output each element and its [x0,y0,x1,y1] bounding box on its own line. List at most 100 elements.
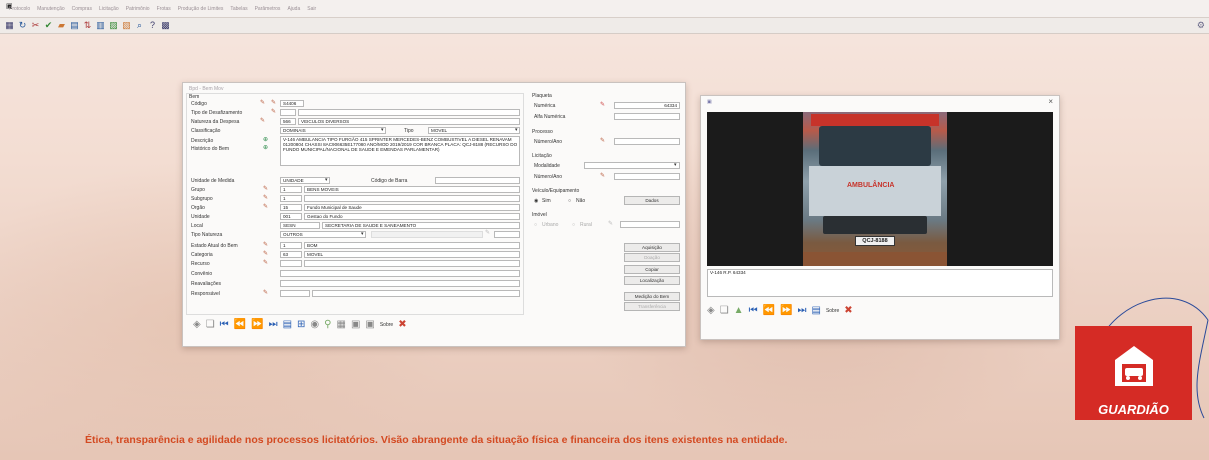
check-icon[interactable]: ✔ [43,20,54,31]
recurso-field[interactable] [304,260,520,267]
pencil-icon[interactable]: ✎ [271,99,276,106]
recurso-code-field[interactable] [280,260,302,267]
print-icon[interactable]: ▣ [351,319,360,330]
menu-item[interactable]: Ajuda [287,6,300,12]
grupo-field[interactable]: BENS MOVEIS [304,186,520,193]
previous-record-icon[interactable]: ⏪ [763,305,775,316]
first-record-icon[interactable]: ⏮ [749,305,758,316]
pencil-icon[interactable]: ✎ [263,203,268,210]
menu-item[interactable]: Frotas [157,6,171,12]
menu-item[interactable]: Licitação [99,6,119,12]
chevron-down-icon[interactable]: ▾ [515,127,518,133]
pencil-icon[interactable]: ✎ [600,137,605,144]
chevron-down-icon[interactable]: ▾ [381,127,384,133]
tipo-desfaz-code-field[interactable] [280,109,296,116]
pencil-icon[interactable]: ✎ [260,99,265,106]
last-record-icon[interactable]: ⏭ [797,305,806,316]
categoria-code-field[interactable]: 63 [280,251,302,258]
insert-icon[interactable]: ◈ [193,319,201,330]
subgrupo-code-field[interactable]: 1 [280,195,302,202]
view-icon[interactable]: ◉ [310,319,319,330]
folder-icon[interactable]: ▰ [56,20,67,31]
tipo-select[interactable]: MOVEL [428,127,520,134]
first-record-icon[interactable]: ⏮ [220,319,229,330]
codigo-barra-field[interactable] [435,177,520,184]
menu-item[interactable]: Protocolo [9,6,30,12]
responsavel-field[interactable] [312,290,520,297]
pencil-icon[interactable]: ✎ [263,241,268,248]
attachment-icon[interactable]: ⊕ [263,136,268,143]
localizacao-button[interactable]: Localização [624,276,680,285]
sobre-label[interactable]: Sobre [826,308,839,314]
categoria-field[interactable]: MOVEL [304,251,520,258]
refresh-icon[interactable]: ↻ [17,20,28,31]
plaqueta-alfa-field[interactable] [614,113,680,120]
edit-icon[interactable]: ❏ [720,305,729,316]
tipo-desfaz-field[interactable] [298,109,520,116]
pencil-icon[interactable]: ✎ [600,172,605,179]
pencil-icon[interactable]: ✎ [600,101,605,108]
descricao-textarea[interactable]: V-146 AMBULANCIA TIPO FURGÃO 415 SPRINTE… [280,136,520,166]
previous-record-icon[interactable]: ⏪ [234,319,246,330]
unidade-medida-select[interactable]: UNIDADE [280,177,330,184]
plaqueta-numerica-field[interactable]: 64334 [614,102,680,109]
calendar-icon[interactable]: ▥ [95,20,106,31]
medicao-button[interactable]: Medição do Bem [624,292,680,301]
menu-item[interactable]: Patrimônio [126,6,150,12]
pencil-icon[interactable]: ✎ [263,259,268,266]
licitacao-modalidade-select[interactable] [584,162,680,169]
sort-icon[interactable]: ⇅ [82,20,93,31]
pencil-icon[interactable]: ✎ [260,117,265,124]
cut-icon[interactable]: ✂ [30,20,41,31]
menu-item[interactable]: Sair [307,6,316,12]
codigo-field[interactable]: S4406 [280,100,304,107]
local-code-field[interactable]: SESN [280,222,320,229]
list-icon[interactable]: ▤ [283,319,292,330]
history-icon[interactable]: ⊕ [263,144,268,151]
next-record-icon[interactable]: ⏩ [251,319,263,330]
pencil-icon[interactable]: ✎ [263,250,268,257]
fit-icon[interactable]: ⊞ [297,319,305,330]
help-icon[interactable]: ? [147,20,158,31]
processo-numero-field[interactable] [614,138,680,145]
estado-field[interactable]: BOM [304,242,520,249]
responsavel-code-field[interactable] [280,290,310,297]
classificacao-select[interactable]: DOMINAIS [280,127,386,134]
aquisicao-button[interactable]: Aquisição [624,243,680,252]
radio-button[interactable]: ◉ [534,198,538,204]
doacao-button[interactable]: Doação [624,253,680,262]
sobre-label[interactable]: Sobre [380,322,393,328]
insert-icon[interactable]: ◈ [707,305,715,316]
pencil-icon[interactable]: ✎ [271,108,276,115]
licitacao-numero-field[interactable] [614,173,680,180]
orgao-code-field[interactable]: 15 [280,204,302,211]
unidade-code-field[interactable]: 001 [280,213,302,220]
reavaliacoes-field[interactable] [280,280,520,287]
exit-icon[interactable]: ✖ [844,305,852,316]
database-icon[interactable]: ▦ [4,20,15,31]
close-icon[interactable]: × [1048,97,1053,106]
last-record-icon[interactable]: ⏭ [269,319,278,330]
next-record-icon[interactable]: ⏩ [780,305,792,316]
chart-icon[interactable]: ▨ [108,20,119,31]
dados-button[interactable]: Dados [624,196,680,205]
print-icon[interactable]: ▤ [69,20,80,31]
menu-item[interactable]: Tabelas [230,6,247,12]
chevron-down-icon[interactable]: ▾ [674,162,677,168]
photo-caption-field[interactable]: V-146 R.P. 64334 [707,269,1053,297]
subgrupo-field[interactable] [304,195,520,202]
orgao-field[interactable]: Fundo Municipal de Saude [304,204,520,211]
chart-icon[interactable]: ▲ [734,305,744,316]
tipo-natureza-select[interactable]: OUTROS [280,231,366,238]
convenio-field[interactable] [280,270,520,277]
pencil-icon[interactable]: ✎ [263,185,268,192]
copiar-button[interactable]: Copiar [624,265,680,274]
chevron-down-icon[interactable]: ▾ [325,177,328,183]
transferencia-button[interactable]: Transferência [624,302,680,311]
estado-code-field[interactable]: 1 [280,242,302,249]
menu-item[interactable]: Produção de Limites [178,6,224,12]
list-icon[interactable]: ▤ [811,305,820,316]
natureza-code-field[interactable]: 566 [280,118,296,125]
menu-item[interactable]: Compras [72,6,92,12]
settings-icon[interactable]: ⚙ [1197,20,1205,31]
